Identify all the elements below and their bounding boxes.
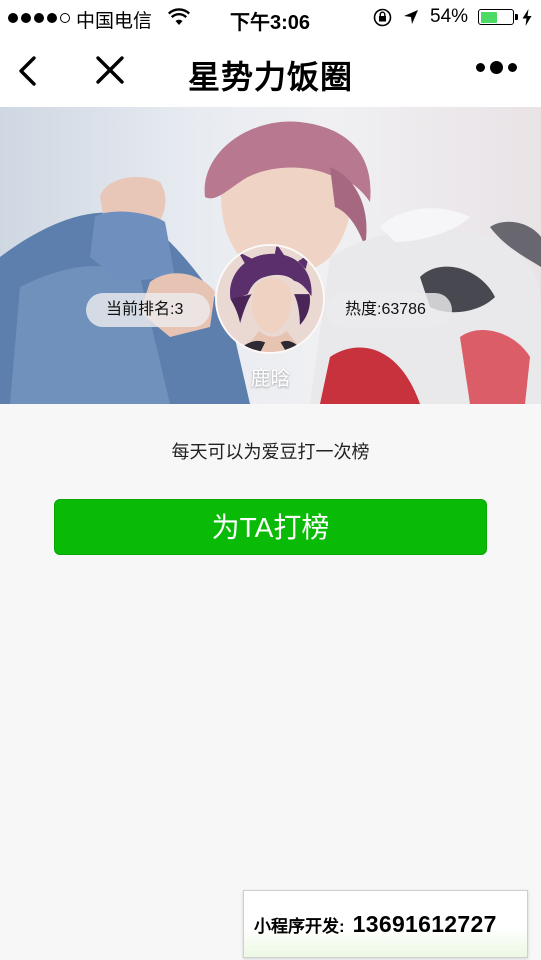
more-dots-icon[interactable]: [476, 61, 517, 74]
page-title: 星势力饭圈: [187, 59, 353, 95]
carrier-name: 中国电信: [76, 11, 153, 32]
charging-bolt-icon: [522, 9, 532, 26]
orientation-lock-icon: [373, 8, 392, 27]
idol-avatar-photo: [217, 246, 323, 352]
signal-strength-icon: [8, 13, 70, 23]
developer-phone: 13691612727: [352, 910, 497, 937]
battery-percent: 54%: [430, 6, 469, 27]
battery-level-fill: [480, 11, 497, 23]
battery-cap: [515, 14, 518, 20]
developer-contact-banner: 小程序开发: 13691612727: [243, 890, 528, 958]
status-time: 下午3:06: [230, 12, 311, 34]
wifi-icon: [168, 8, 190, 25]
battery-icon: [478, 9, 514, 25]
location-arrow-icon: [404, 10, 418, 24]
idol-banner: 当前排名:3 热度:63786 鹿晗: [0, 107, 541, 404]
avatar: [215, 244, 325, 354]
vote-button[interactable]: 为TA打榜: [54, 499, 487, 555]
status-bar: 中国电信 下午3:06 54%: [0, 0, 541, 36]
daily-vote-hint: 每天可以为爱豆打一次榜: [171, 442, 370, 462]
rank-badge: 当前排名:3: [86, 293, 210, 327]
nav-bar: 星势力饭圈: [0, 36, 541, 107]
developer-label: 小程序开发:: [254, 916, 345, 936]
heat-badge: 热度:63786: [326, 293, 452, 327]
idol-name: 鹿晗: [250, 368, 291, 390]
